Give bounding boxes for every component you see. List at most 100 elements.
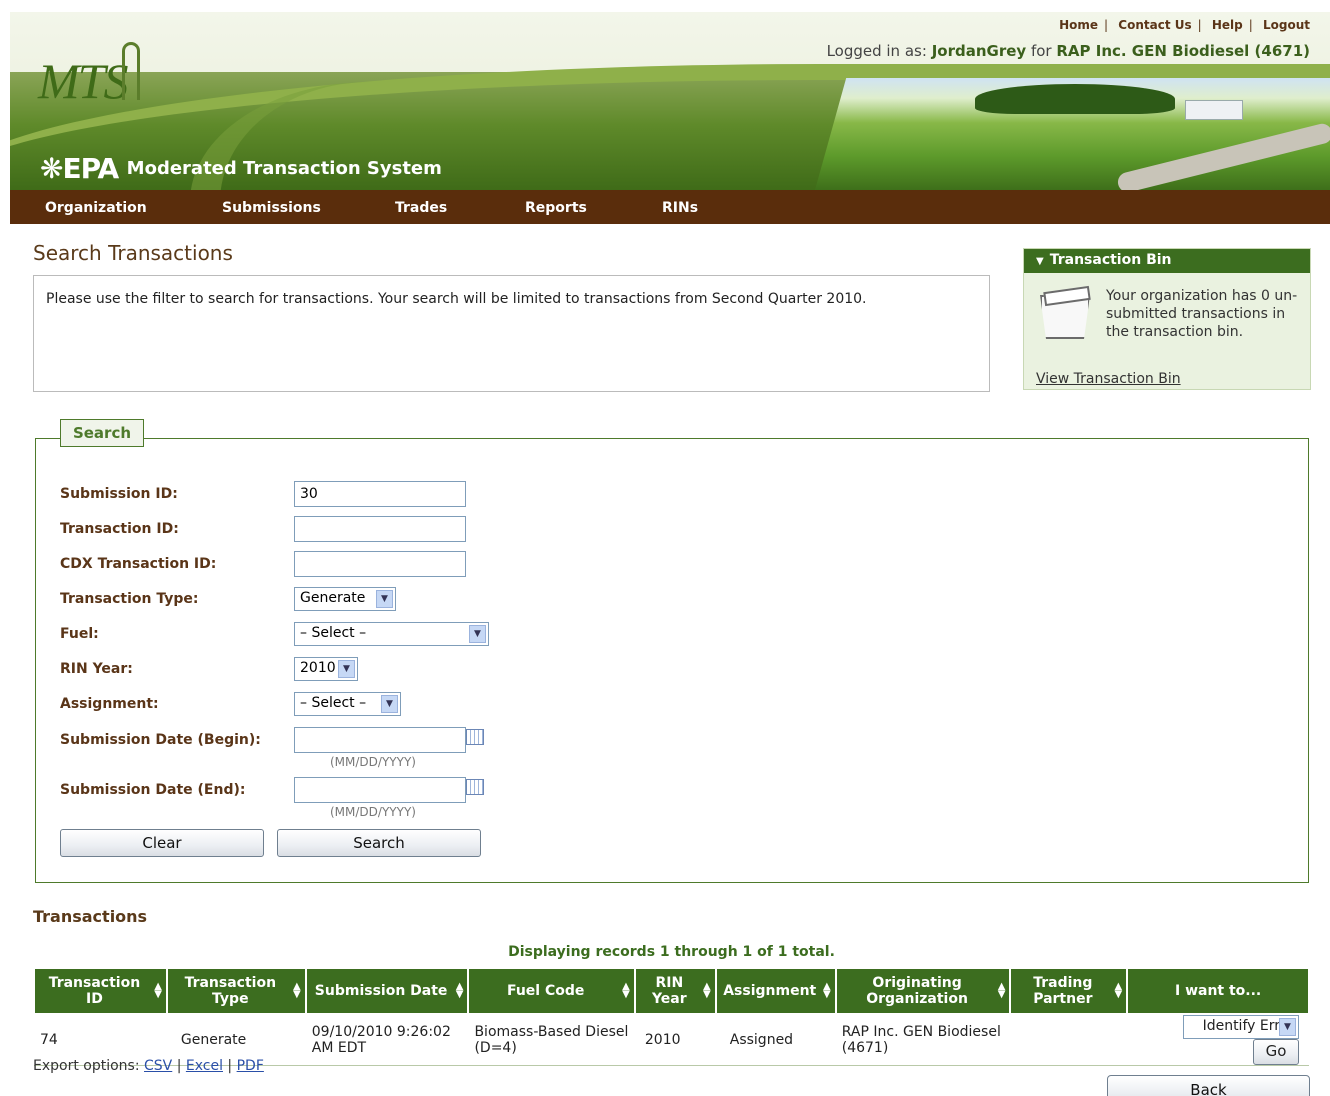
organization-name: RAP Inc. GEN Biodiesel (4671) bbox=[1056, 42, 1310, 60]
search-legend: Search bbox=[60, 419, 144, 447]
chevron-down-icon: ▼ bbox=[469, 625, 486, 643]
chevron-down-icon: ▼ bbox=[381, 695, 398, 713]
system-name: Moderated Transaction System bbox=[126, 158, 442, 179]
nav-rins[interactable]: RINs bbox=[662, 200, 698, 216]
clear-button[interactable]: Clear bbox=[60, 829, 264, 857]
col-trading-partner[interactable]: Trading Partner ▲ ▼ bbox=[1009, 967, 1129, 1015]
epa-logo: ❋EPA bbox=[40, 152, 119, 185]
nav-trades[interactable]: Trades bbox=[395, 200, 447, 216]
record-count: Displaying records 1 through 1 of 1 tota… bbox=[508, 944, 835, 960]
sort-icon: ▲ ▼ bbox=[622, 981, 630, 1000]
col-rin-year[interactable]: RIN Year ▲ ▼ bbox=[633, 967, 717, 1015]
nav-organization[interactable]: Organization bbox=[45, 200, 147, 216]
sort-icon: ▲ ▼ bbox=[455, 981, 464, 1000]
col-label: Assignment bbox=[723, 983, 817, 999]
col-submission-date[interactable]: Submission Date ▲ ▼ bbox=[304, 967, 470, 1015]
transaction-bin-header[interactable]: ▼ Transaction Bin bbox=[1024, 249, 1310, 273]
cell-submission-date: 09/10/2010 9:26:02 AM EDT bbox=[305, 1014, 469, 1066]
help-link[interactable]: Help bbox=[1212, 18, 1243, 32]
rin-year-select[interactable]: 2010 ▼ bbox=[294, 657, 358, 681]
logged-in-prefix: Logged in as: bbox=[826, 42, 927, 60]
transactions-title: Transactions bbox=[33, 907, 148, 926]
search-fieldset bbox=[35, 438, 1309, 883]
transaction-type-select[interactable]: Generate ▼ bbox=[294, 587, 396, 611]
col-i-want-to: I want to... bbox=[1126, 967, 1310, 1015]
header-landscape-photo bbox=[815, 78, 1330, 190]
transaction-id-label: Transaction ID: bbox=[60, 521, 179, 537]
cell-trading-partner bbox=[1010, 1014, 1128, 1066]
col-label: I want to... bbox=[1174, 983, 1262, 999]
assignment-select[interactable]: – Select – ▼ bbox=[294, 692, 401, 716]
chevron-down-icon: ▼ bbox=[376, 590, 393, 608]
col-label: RIN Year bbox=[651, 975, 687, 1007]
epa-branding: ❋EPA Moderated Transaction System bbox=[40, 152, 442, 185]
cell-assignment: Assigned bbox=[715, 1014, 836, 1066]
col-label: Submission Date bbox=[314, 983, 448, 999]
collapse-caret-icon: ▼ bbox=[1036, 256, 1044, 267]
go-button[interactable]: Go bbox=[1253, 1039, 1299, 1065]
contact-us-link[interactable]: Contact Us bbox=[1118, 18, 1191, 32]
photo-barn bbox=[1185, 100, 1243, 120]
photo-road bbox=[1115, 121, 1330, 190]
submission-id-input[interactable] bbox=[294, 481, 466, 507]
calendar-icon[interactable] bbox=[466, 779, 484, 795]
nav-submissions[interactable]: Submissions bbox=[222, 200, 321, 216]
photo-trees bbox=[975, 84, 1175, 114]
fuel-select[interactable]: – Select – ▼ bbox=[294, 622, 489, 646]
fuel-label: Fuel: bbox=[60, 626, 99, 642]
col-assignment[interactable]: Assignment ▲ ▼ bbox=[714, 967, 837, 1015]
calendar-icon[interactable] bbox=[466, 729, 484, 745]
col-label: Trading Partner bbox=[1033, 975, 1093, 1007]
user-name: JordanGrey bbox=[931, 42, 1027, 60]
transactions-table: Transaction ID ▲ ▼ Transaction Type ▲ ▼ Subm… bbox=[33, 967, 1310, 1066]
fuel-value: – Select – bbox=[300, 625, 367, 641]
info-text: Please use the filter to search for tran… bbox=[46, 291, 867, 307]
back-button[interactable]: Back bbox=[1107, 1075, 1310, 1096]
home-link[interactable]: Home bbox=[1059, 18, 1098, 32]
cell-originating-organization: RAP Inc. GEN Biodiesel (4671) bbox=[835, 1014, 1011, 1066]
rin-year-value: 2010 bbox=[300, 660, 336, 676]
col-label: Originating Organization bbox=[866, 975, 968, 1007]
date-begin-hint: (MM/DD/YYYY) bbox=[330, 755, 416, 769]
nav-reports[interactable]: Reports bbox=[525, 200, 587, 216]
transaction-bin-message: Your organization has 0 un-submitted tra… bbox=[1106, 288, 1298, 340]
export-csv-link[interactable]: CSV bbox=[144, 1058, 172, 1074]
logged-in-status: Logged in as: JordanGrey for RAP Inc. GE… bbox=[827, 42, 1310, 60]
assignment-value: – Select – bbox=[300, 695, 367, 711]
export-options: Export options: CSV | Excel | PDF bbox=[33, 1058, 264, 1074]
view-transaction-bin-link[interactable]: View Transaction Bin bbox=[1036, 371, 1181, 387]
chevron-down-icon: ▼ bbox=[338, 660, 355, 678]
info-box: Please use the filter to search for tran… bbox=[33, 275, 990, 392]
transaction-type-value: Generate bbox=[300, 590, 366, 606]
date-begin-input[interactable] bbox=[294, 727, 466, 753]
col-fuel-code[interactable]: Fuel Code ▲ ▼ bbox=[467, 967, 636, 1015]
col-originating-organization[interactable]: Originating Organization ▲ ▼ bbox=[834, 967, 1012, 1015]
cell-fuel-code: Biomass-Based Diesel (D=4) bbox=[468, 1014, 635, 1066]
main-nav: Organization Submissions Trades Reports … bbox=[10, 190, 1330, 224]
date-end-input[interactable] bbox=[294, 777, 466, 803]
action-select[interactable]: Identify Error ▼ bbox=[1183, 1015, 1299, 1039]
cdx-transaction-id-input[interactable] bbox=[294, 551, 466, 577]
col-transaction-type[interactable]: Transaction Type ▲ ▼ bbox=[165, 967, 307, 1015]
col-transaction-id[interactable]: Transaction ID ▲ ▼ bbox=[33, 967, 168, 1015]
col-label: Fuel Code bbox=[506, 983, 585, 999]
transaction-bin-panel: ▼ Transaction Bin Your organization has 0… bbox=[1023, 248, 1311, 390]
export-excel-link[interactable]: Excel bbox=[186, 1058, 223, 1074]
cell-actions: Identify Error ▼ Go bbox=[1127, 1014, 1309, 1066]
search-button[interactable]: Search bbox=[277, 829, 481, 857]
logout-link[interactable]: Logout bbox=[1263, 18, 1310, 32]
mts-logo: MTS bbox=[38, 53, 128, 109]
rin-year-label: RIN Year: bbox=[60, 661, 133, 677]
mts-logo-leaf-icon bbox=[122, 42, 140, 100]
date-end-hint: (MM/DD/YYYY) bbox=[330, 805, 416, 819]
site-header: MTS ❋EPA Moderated Transaction System bbox=[10, 12, 1330, 190]
cell-rin-year: 2010 bbox=[634, 1014, 716, 1066]
sort-icon: ▲ ▼ bbox=[823, 981, 831, 1000]
for-word: for bbox=[1030, 42, 1052, 60]
export-label: Export options: bbox=[33, 1058, 140, 1074]
transaction-id-input[interactable] bbox=[294, 516, 466, 542]
sort-icon: ▲ ▼ bbox=[293, 981, 301, 1000]
export-pdf-link[interactable]: PDF bbox=[237, 1058, 264, 1074]
sort-icon: ▲ ▼ bbox=[1114, 981, 1123, 1000]
sort-icon: ▲ ▼ bbox=[997, 981, 1006, 1000]
